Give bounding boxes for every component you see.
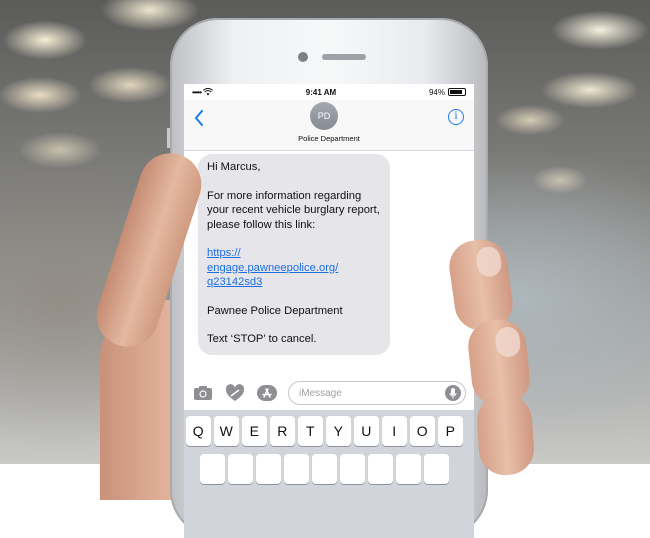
key-o[interactable]: O <box>410 416 435 446</box>
keyboard: Q W E R T Y U I O P <box>184 410 474 538</box>
key-blank[interactable] <box>312 454 337 484</box>
keyboard-row-2 <box>184 454 474 484</box>
contact-name[interactable]: Police Department <box>184 134 474 143</box>
link-line-3: q23142sd3 <box>207 276 263 288</box>
status-bar: ••••• 9:41 AM 94% <box>184 84 474 100</box>
heart-hands-icon[interactable] <box>224 382 246 404</box>
key-u[interactable]: U <box>354 416 379 446</box>
fingernail <box>474 245 503 279</box>
key-e[interactable]: E <box>242 416 267 446</box>
key-blank[interactable] <box>256 454 281 484</box>
message-signature: Pawnee Police Department <box>207 304 343 317</box>
key-blank[interactable] <box>228 454 253 484</box>
chevron-left-icon[interactable] <box>194 110 204 130</box>
signal-indicator: ••••• <box>192 87 214 97</box>
conversation-header: PD Police Department i <box>184 100 474 151</box>
key-blank[interactable] <box>368 454 393 484</box>
battery-percent: 94% <box>428 87 445 97</box>
earpiece-speaker <box>322 54 366 60</box>
message-link[interactable]: https:// engage.pawneepolice.org/ q23142… <box>207 247 338 288</box>
message-link-paragraph: https:// engage.pawneepolice.org/ q23142… <box>207 246 382 290</box>
message-body: For more information regarding your rece… <box>207 189 380 231</box>
front-camera <box>298 52 308 62</box>
info-icon[interactable]: i <box>448 109 464 125</box>
key-w[interactable]: W <box>214 416 239 446</box>
microphone-icon[interactable] <box>445 385 461 401</box>
link-line-1: https:// <box>207 247 241 259</box>
mute-switch <box>167 128 170 148</box>
key-p[interactable]: P <box>438 416 463 446</box>
keyboard-row-1: Q W E R T Y U I O P <box>184 416 474 446</box>
hand-finger-ring <box>475 393 536 477</box>
key-i[interactable]: I <box>382 416 407 446</box>
message-input-bar: iMessage <box>184 376 474 410</box>
battery-icon <box>447 88 466 96</box>
carrier-dots: ••••• <box>192 87 202 97</box>
app-store-icon[interactable] <box>256 382 278 404</box>
message-footer: Text ‘STOP’ to cancel. <box>207 333 317 345</box>
phone-screen: ••••• 9:41 AM 94% PD Police Department i… <box>184 84 474 538</box>
key-y[interactable]: Y <box>326 416 351 446</box>
fingernail <box>494 325 522 359</box>
iphone-device: ••••• 9:41 AM 94% PD Police Department i… <box>167 18 488 538</box>
key-blank[interactable] <box>200 454 225 484</box>
key-blank[interactable] <box>284 454 309 484</box>
key-t[interactable]: T <box>298 416 323 446</box>
imessage-input[interactable]: iMessage <box>288 381 466 405</box>
incoming-message-bubble: Hi Marcus, For more information regardin… <box>198 154 390 355</box>
key-blank[interactable] <box>340 454 365 484</box>
key-q[interactable]: Q <box>186 416 211 446</box>
key-blank[interactable] <box>424 454 449 484</box>
camera-icon[interactable] <box>192 382 214 404</box>
avatar-initials: PD <box>317 111 331 121</box>
avatar[interactable]: PD <box>310 102 338 130</box>
message-greeting: Hi Marcus, <box>207 161 261 173</box>
message-thread: Hi Marcus, For more information regardin… <box>184 151 474 371</box>
status-time: 9:41 AM <box>305 87 337 97</box>
key-r[interactable]: R <box>270 416 295 446</box>
battery-indicator: 94% <box>429 88 466 97</box>
link-line-2: engage.pawneepolice.org/ <box>207 261 339 274</box>
imessage-placeholder: iMessage <box>299 387 342 399</box>
key-blank[interactable] <box>396 454 421 484</box>
wifi-icon <box>203 88 214 96</box>
